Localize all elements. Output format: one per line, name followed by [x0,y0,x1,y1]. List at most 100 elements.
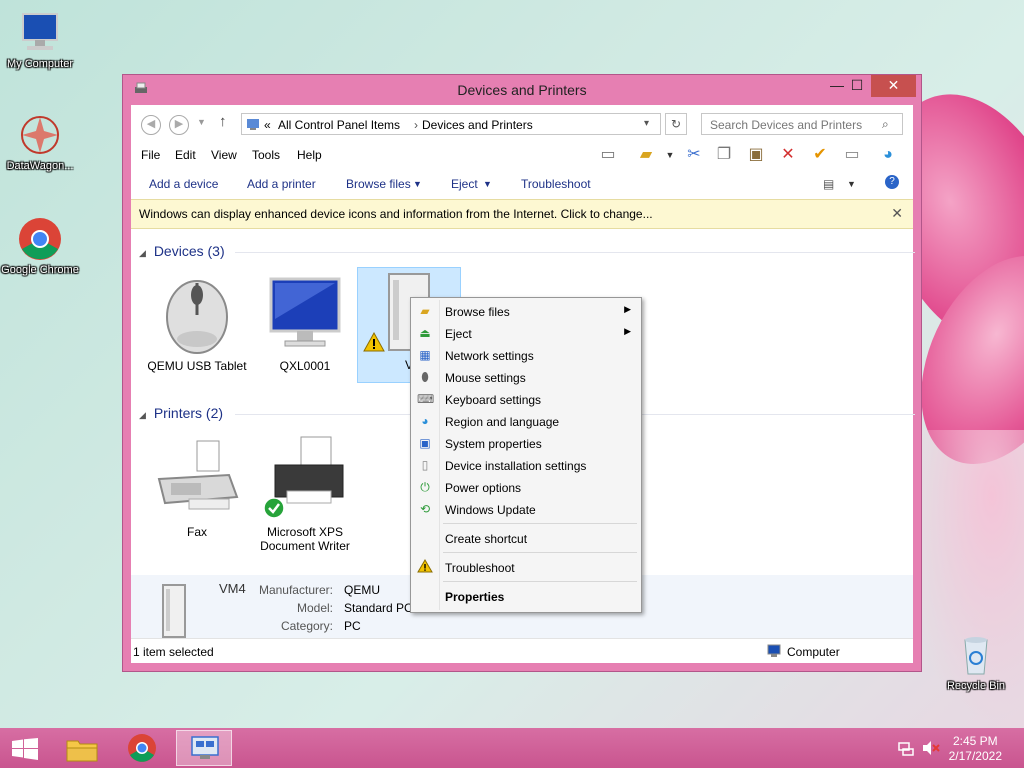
add-printer-button[interactable]: Add a printer [247,177,316,191]
taskbar-chrome[interactable] [114,730,170,766]
recent-locations-chevron-icon[interactable]: ▼ [197,117,206,127]
update-icon: ⟲ [419,502,431,516]
taskbar-devices-printers[interactable] [176,730,232,766]
warning-icon [417,559,433,575]
desktop-icon-label: Google Chrome [1,264,79,276]
network-tray-icon[interactable] [898,740,914,759]
desktop-icon-label: Recycle Bin [946,680,1006,692]
menu-view[interactable]: View [211,148,237,162]
manufacturer-label: Manufacturer: [258,583,333,597]
network-icon: ▦ [419,348,431,362]
menu-item-keyboard-settings[interactable]: ⌨ Keyboard settings [413,388,639,410]
system-icon: ▣ [419,436,431,450]
info-bar-text[interactable]: Windows can display enhanced device icon… [139,207,653,221]
device-qemu-usb-tablet[interactable]: QEMU USB Tablet [145,269,249,373]
view-dropdown-icon[interactable]: ▼ [847,179,856,189]
folder-options-icon[interactable]: ▰ [635,145,657,165]
address-row: ◀ ▶ ▼ ↑ « All Control Panel Items › Devi… [131,105,913,141]
close-button[interactable]: ✕ [871,75,916,97]
submenu-arrow-icon: ▶ [624,304,631,314]
layout-pane-icon[interactable]: ▭ [597,145,619,165]
browse-files-chevron-icon[interactable]: ▼ [413,179,422,189]
menu-tools[interactable]: Tools [252,148,280,162]
back-button[interactable]: ◀ [141,115,161,135]
eject-button[interactable]: Eject [451,177,478,191]
menu-item-mouse-settings[interactable]: ⬮ Mouse settings [413,366,639,388]
menu-help[interactable]: Help [297,148,322,162]
cut-icon[interactable]: ✂ [683,145,705,165]
breadcrumb-devices-printers[interactable]: Devices and Printers [422,118,533,132]
info-bar[interactable]: Windows can display enhanced device icon… [131,199,913,229]
check-icon[interactable]: ✔ [809,145,831,165]
menu-file[interactable]: File [141,148,160,162]
folder-dropdown-icon[interactable]: ▼ [659,145,681,165]
computer-icon [17,10,63,56]
add-device-button[interactable]: Add a device [149,177,218,191]
menu-item-network-settings[interactable]: ▦ Network settings [413,344,639,366]
menu-separator [443,581,637,582]
printer-fax[interactable]: Fax [145,435,249,539]
menu-item-label: Properties [445,590,505,604]
desktop-icon-chrome[interactable]: Google Chrome [0,216,80,276]
address-dropdown-icon[interactable]: ▾ [644,118,649,129]
desktop-icon-my-computer[interactable]: My Computer [0,10,80,70]
start-button[interactable] [0,730,50,766]
desktop-icon-datawagon[interactable]: DataWagon... [0,112,80,172]
device-label: Microsoft XPS Document Writer [260,525,350,553]
search-input[interactable]: Search Devices and Printers ⌕ [701,113,903,135]
printers-group-header[interactable]: ◢ Printers (2) [139,405,915,421]
troubleshoot-button[interactable]: Troubleshoot [521,177,591,191]
menu-bar: File Edit View Tools Help ▭ ▰ ▼ ✂ ❐ ▣ ✕ … [131,141,913,169]
printers-group-title: Printers (2) [153,405,224,421]
maximize-button[interactable]: ☐ [843,75,871,97]
printer-xps-writer[interactable]: Microsoft XPS Document Writer [253,435,357,553]
chrome-icon [128,734,156,762]
menu-item-label: System properties [445,437,542,451]
menu-item-system-properties[interactable]: ▣ System properties [413,432,639,454]
title-bar[interactable]: Devices and Printers — ☐ ✕ [123,75,921,105]
menu-item-device-installation[interactable]: ▯ Device installation settings [413,454,639,476]
computer-tower-icon [149,581,197,644]
change-view-icon[interactable]: ▤ [823,177,834,191]
menu-item-windows-update[interactable]: ⟲ Windows Update [413,498,639,520]
breadcrumb-control-panel[interactable]: All Control Panel Items [278,118,400,132]
delete-icon[interactable]: ✕ [777,145,799,165]
device-label: QEMU USB Tablet [147,359,247,373]
eject-chevron-icon[interactable]: ▼ [483,179,492,189]
up-arrow-icon[interactable]: ↑ [219,113,227,130]
command-bar: Add a device Add a printer Browse files … [131,169,913,199]
globe-icon[interactable]: ◕ [877,145,899,165]
system-clock[interactable]: 2:45 PM 2/17/2022 [949,734,1002,764]
devices-group-title: Devices (3) [153,243,225,259]
menu-item-create-shortcut[interactable]: Create shortcut [413,527,639,549]
properties-icon[interactable]: ▭ [841,145,863,165]
paste-icon[interactable]: ▣ [745,145,767,165]
desktop-icon-label: DataWagon... [6,160,74,172]
desktop-icon-recycle-bin[interactable]: Recycle Bin [936,632,1016,692]
device-qxl0001[interactable]: QXL0001 [253,269,357,373]
datawagon-logo-icon [17,112,63,158]
menu-item-power-options[interactable]: ⏻ Power options [413,476,639,498]
menu-item-label: Device installation settings [445,459,587,473]
copy-icon[interactable]: ❐ [713,145,735,165]
browse-files-button[interactable]: Browse files [346,177,411,191]
search-placeholder: Search Devices and Printers [710,118,863,132]
menu-item-troubleshoot[interactable]: Troubleshoot [413,556,639,578]
refresh-button[interactable]: ↻ [665,113,687,135]
menu-item-region-language[interactable]: ◕ Region and language [413,410,639,432]
menu-item-eject[interactable]: ⏏ Eject ▶ [413,322,639,344]
taskbar-file-explorer[interactable] [54,730,110,766]
forward-button[interactable]: ▶ [169,115,189,135]
collapse-icon[interactable]: ◢ [139,248,146,258]
search-icon[interactable]: ⌕ [882,117,889,132]
volume-muted-icon[interactable] [922,740,940,759]
menu-separator [443,523,637,524]
menu-item-properties[interactable]: Properties [413,585,639,607]
info-bar-close-icon[interactable]: ✕ [891,205,903,222]
address-bar[interactable]: « All Control Panel Items › Devices and … [241,113,661,135]
menu-item-browse-files[interactable]: ▰ Browse files ▶ [413,300,639,322]
menu-edit[interactable]: Edit [175,148,196,162]
help-icon[interactable]: ? [885,175,899,189]
collapse-icon[interactable]: ◢ [139,410,146,420]
devices-group-header[interactable]: ◢ Devices (3) [139,243,915,259]
